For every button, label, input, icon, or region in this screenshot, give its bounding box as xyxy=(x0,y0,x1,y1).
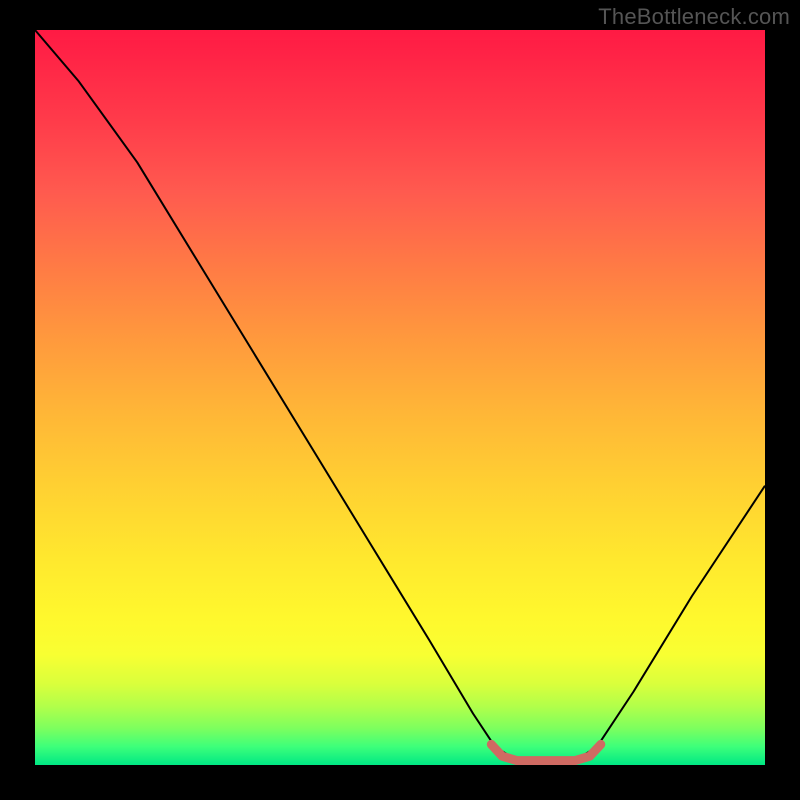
valley-highlight xyxy=(491,744,601,760)
watermark-text: TheBottleneck.com xyxy=(598,4,790,30)
chart-frame: TheBottleneck.com xyxy=(0,0,800,800)
curve-line xyxy=(35,30,765,761)
plot-area xyxy=(35,30,765,765)
chart-svg xyxy=(35,30,765,765)
